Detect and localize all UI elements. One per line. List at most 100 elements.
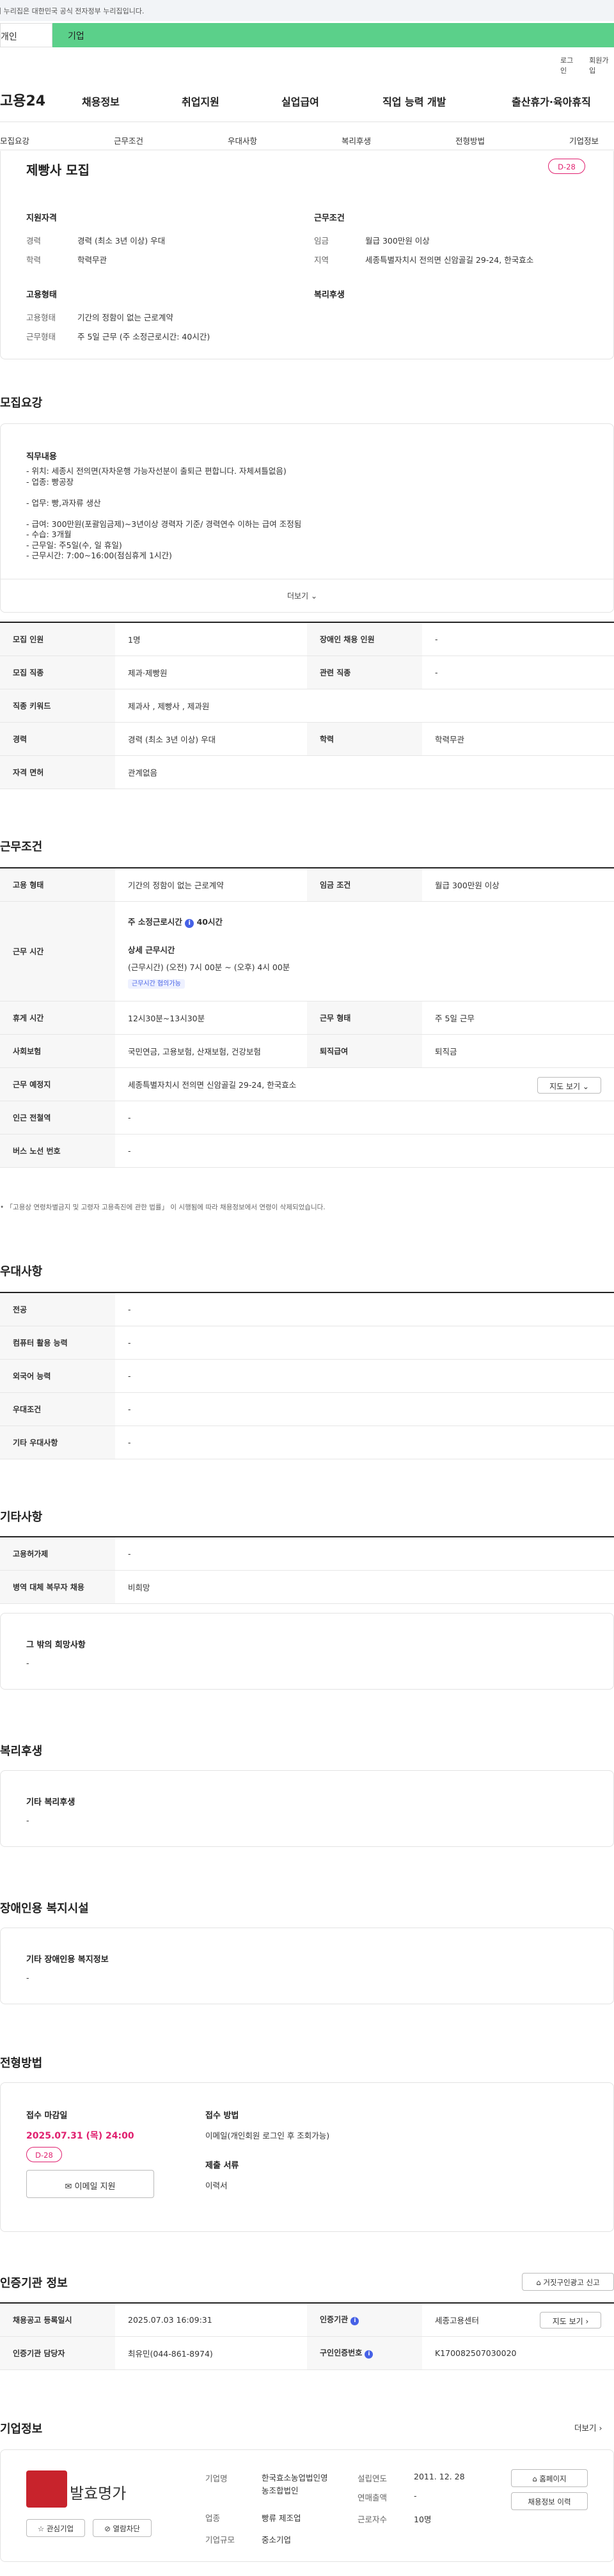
table-header-cell: 장애인 채용 인원 (307, 622, 422, 656)
summary-card: 제빵사 모집 D-28 지원자격 경력 경력 (최소 3년 이상) 우대 학력 … (0, 151, 614, 359)
table-row: 인근 전철역 - (0, 1101, 614, 1135)
table-header-cell: 퇴직급여 (307, 1034, 422, 1068)
emp-type-value: 기간의 정함이 없는 근로계약 (77, 313, 173, 322)
career-value: 경력 (최소 3년 이상) 우대 (77, 236, 166, 246)
table-cell: 기간의 정함이 없는 근로계약 (115, 868, 307, 902)
subnav-preference[interactable]: 우대사항 (228, 134, 257, 146)
table-cell: 월급 300만원 이상 (422, 868, 614, 902)
table-row: 전공 - (0, 1292, 614, 1326)
table-cell: - (115, 1292, 614, 1326)
work-heading: 근무조건 (0, 840, 43, 854)
table-header-cell: 경력 (0, 722, 115, 756)
table-row: 인증기관 담당자 최유민(044-861-8974) 구인인증번호 i K170082… (0, 2336, 614, 2370)
table-row: 채용공고 등록일시 2025.07.03 16:09:31 인증기관 i 세종고용센터… (0, 2303, 614, 2337)
favorite-company-button[interactable]: ☆ 관심기업 (26, 2519, 85, 2537)
gnb-training[interactable]: 직업 능력 개발 (382, 93, 446, 109)
global-nav: 채용정보 취업지원 실업급여 직업 능력 개발 출산휴가·육아휴직 (0, 93, 614, 109)
table-header-cell: 인증기관 i (307, 2303, 422, 2337)
table-cell: - (422, 656, 614, 689)
company-name: 한국효소농업법인영농조합법인 (262, 2473, 328, 2495)
table-header-cell: 기타 우대사항 (0, 1425, 115, 1459)
apply-heading: 전형방법 (0, 2057, 43, 2070)
info-icon[interactable]: i (185, 918, 194, 928)
subnav-welfare[interactable]: 복리후생 (342, 134, 371, 146)
pref-table: 전공 - 컴퓨터 활용 능력 - 외국어 능력 - 우대조건 - 기타 우대사항 - (0, 1292, 614, 1459)
cert-map-button[interactable]: 지도 보기 › (540, 2312, 601, 2329)
login-link[interactable]: 로그인 (560, 55, 579, 75)
disabled-heading: 장애인용 복지시설 (0, 1902, 89, 1915)
subnav-company[interactable]: 기업정보 (569, 134, 599, 146)
dday-badge: D-28 (548, 159, 585, 174)
company-more-link[interactable]: 더보기 › (574, 2421, 602, 2433)
table-header-cell: 고용 형태 (0, 868, 115, 902)
report-fake-ad-button[interactable]: ⌂ 거짓구인광고 신고 (522, 2273, 614, 2291)
dday-badge-apply: D-28 (26, 2147, 62, 2162)
qual-title: 지원자격 (26, 214, 57, 223)
gnb-jobs[interactable]: 채용정보 (82, 93, 120, 109)
more-button[interactable]: 더보기 ⌄ (287, 590, 317, 601)
company-heading: 기업정보 (0, 2423, 43, 2436)
work-type-label: 근무형태 (26, 332, 56, 342)
block-view-button[interactable]: ⊘ 열람차단 (93, 2519, 152, 2537)
info-icon[interactable]: i (350, 2317, 359, 2326)
gnb-leave[interactable]: 출산휴가·육아휴직 (512, 93, 591, 109)
weekly-hours-label: 주 소정근로시간 (128, 916, 182, 927)
table-cell: 학력무관 (422, 722, 614, 756)
recruit-table: 모집 인원 1명 장애인 채용 인원 - 모집 직종 제과·제빵원 관련 직종 - 직종 키… (0, 622, 614, 789)
gnb-employment-support[interactable]: 취업지원 (182, 93, 219, 109)
tab-person[interactable]: 개인 (0, 23, 52, 47)
table-header-cell: 근무 시간 (0, 901, 115, 1001)
table-cell: K170082507030020 (422, 2336, 614, 2370)
table-header-cell: 버스 노선 번호 (0, 1134, 115, 1168)
map-view-button[interactable]: 지도 보기 ⌄ (537, 1076, 601, 1094)
table-row: 모집 직종 제과·제빵원 관련 직종 - (0, 656, 614, 689)
region-label: 지역 (314, 255, 329, 265)
job-desc-title: 직무내용 (26, 452, 57, 462)
job-history-button[interactable]: 채용정보 이력 (511, 2492, 588, 2510)
table-cell: 2025.07.03 16:09:31 (115, 2303, 307, 2337)
table-header-cell: 고용허가제 (0, 1537, 115, 1571)
table-row: 모집 인원 1명 장애인 채용 인원 - (0, 622, 614, 656)
table-row: 근무 예정지 세종특별자치시 전의면 신암골길 29-24, 한국효소 지도 보기… (0, 1067, 614, 1101)
table-cell: - (422, 622, 614, 656)
table-header-cell: 사회보험 (0, 1034, 115, 1068)
table-header-cell: 임금 조건 (307, 868, 422, 902)
age-note: • 「고용상 연령차별금지 및 고령자 고용촉진에 관한 법률」 이 시행됨에 … (0, 1204, 326, 1211)
table-cell: 주 5일 근무 (422, 1001, 614, 1035)
table-cell: 세종고용센터 지도 보기 › (422, 2303, 614, 2337)
gnb-unemployment[interactable]: 실업급여 (281, 93, 319, 109)
tab-corp[interactable]: 기업 (52, 23, 614, 47)
table-header-cell: 직종 키워드 (0, 689, 115, 723)
table-row: 기타 우대사항 - (0, 1425, 614, 1459)
homepage-button[interactable]: ⌂ 홈페이지 (511, 2469, 588, 2487)
table-row: 휴게 시간 12시30분~13시30분 근무 형태 주 5일 근무 (0, 1001, 614, 1035)
mail-icon: ✉ (65, 2182, 72, 2192)
utility-menu: 로그인 회원가입 (560, 55, 614, 75)
join-link[interactable]: 회원가입 (589, 55, 614, 75)
edu-label: 학력 (26, 255, 42, 265)
subnav-conditions[interactable]: 근무조건 (114, 134, 143, 146)
subnav-recruit[interactable]: 모집요강 (0, 134, 29, 146)
company-logo: 발효명가 (26, 2467, 152, 2511)
info-icon[interactable]: i (365, 2350, 374, 2359)
table-row: 버스 노선 번호 - (0, 1134, 614, 1168)
other-wish-card: 그 밖의 희망사항 - (0, 1613, 614, 1690)
subnav-apply[interactable]: 전형방법 (455, 134, 485, 146)
job-desc-text: - 위치: 세종시 전의면(자차운행 가능자선분이 출퇴근 편합니다. 자체셔틀… (26, 466, 302, 560)
welfare-card: 기타 복리후생 - (0, 1770, 614, 1847)
disabled-card: 기타 장애인용 복지정보 - (0, 1928, 614, 2004)
table-header-cell: 관련 직종 (307, 656, 422, 689)
table-row: 고용 형태 기간의 정함이 없는 근로계약 임금 조건 월급 300만원 이상 (0, 868, 614, 902)
table-header-cell: 근무 형태 (307, 1001, 422, 1035)
table-header-cell: 모집 직종 (0, 656, 115, 689)
cond-title: 근무조건 (314, 214, 345, 223)
user-type-tabs: 개인 기업 (0, 23, 614, 47)
table-row: 직종 키워드 제과사 , 제빵사 , 제과원 (0, 689, 614, 723)
job-title: 제빵사 모집 (26, 162, 90, 178)
table-header-cell: 학력 (307, 722, 422, 756)
deadline-date: 2025.07.31 (목) 24:00 (26, 2131, 134, 2141)
email-apply-button[interactable]: ✉ 이메일 지원 (26, 2170, 154, 2198)
work-table: 고용 형태 기간의 정함이 없는 근로계약 임금 조건 월급 300만원 이상 근무 … (0, 867, 614, 1168)
table-header-cell: 근무 예정지 (0, 1067, 115, 1101)
wage-label: 임금 (314, 236, 329, 246)
